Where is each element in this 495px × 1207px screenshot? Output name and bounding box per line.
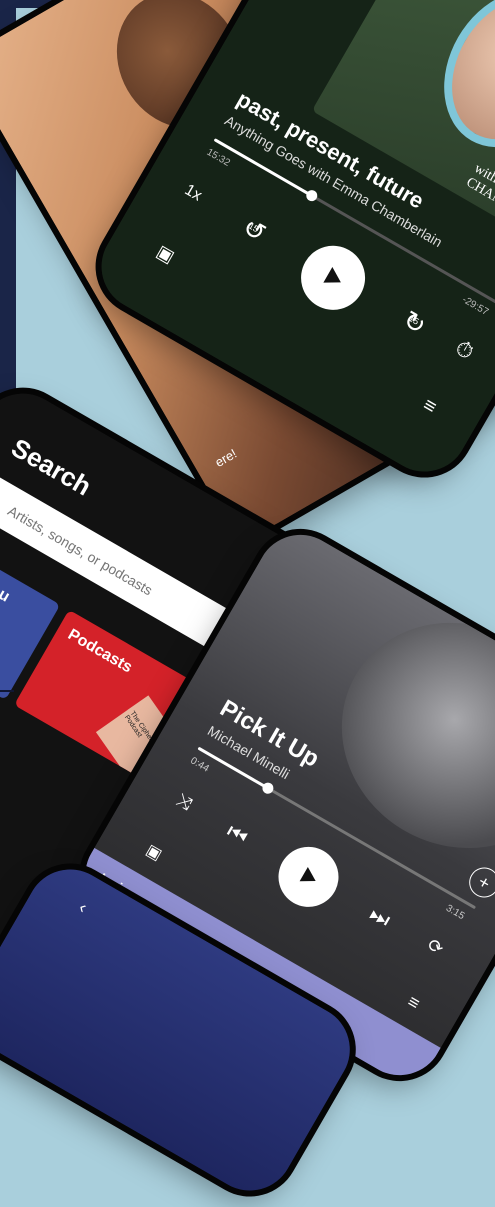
- add-icon[interactable]: +: [463, 862, 495, 903]
- category-made-for-you-label: Made for you: [0, 541, 13, 606]
- artist-photo: [300, 580, 495, 891]
- play-icon: [323, 267, 341, 283]
- previous-track-icon[interactable]: ⏮: [214, 811, 260, 857]
- photo-card-caption: ere!: [212, 445, 240, 471]
- next-track-icon[interactable]: ⏭: [357, 894, 403, 940]
- music-elapsed-time: 0:44: [188, 755, 211, 775]
- frame-bottom-line: [0, 690, 14, 692]
- cover-text: with EMMA CHAMBERL: [463, 161, 495, 227]
- queue-icon[interactable]: ≡: [409, 386, 450, 427]
- category-podcasts-label: Podcasts: [64, 626, 136, 677]
- queue-icon[interactable]: ≡: [395, 983, 433, 1021]
- play-button[interactable]: [289, 234, 377, 322]
- connect-device-icon[interactable]: ▣: [145, 233, 186, 274]
- sleep-timer-icon[interactable]: ⏱: [441, 327, 487, 373]
- back-chevron-icon[interactable]: ‹: [67, 891, 100, 924]
- play-button-music[interactable]: [267, 835, 350, 918]
- shuffle-icon[interactable]: ⤨: [164, 781, 205, 822]
- connect-device-icon[interactable]: ▣: [135, 833, 173, 871]
- cover-mirror: [416, 0, 495, 173]
- repeat-icon[interactable]: ⟳: [415, 926, 456, 967]
- podcast-elapsed-time: 15:32: [204, 146, 232, 169]
- playback-speed-button[interactable]: 1x: [181, 181, 205, 205]
- music-remaining-time: 3:15: [443, 902, 467, 923]
- play-icon: [299, 866, 316, 882]
